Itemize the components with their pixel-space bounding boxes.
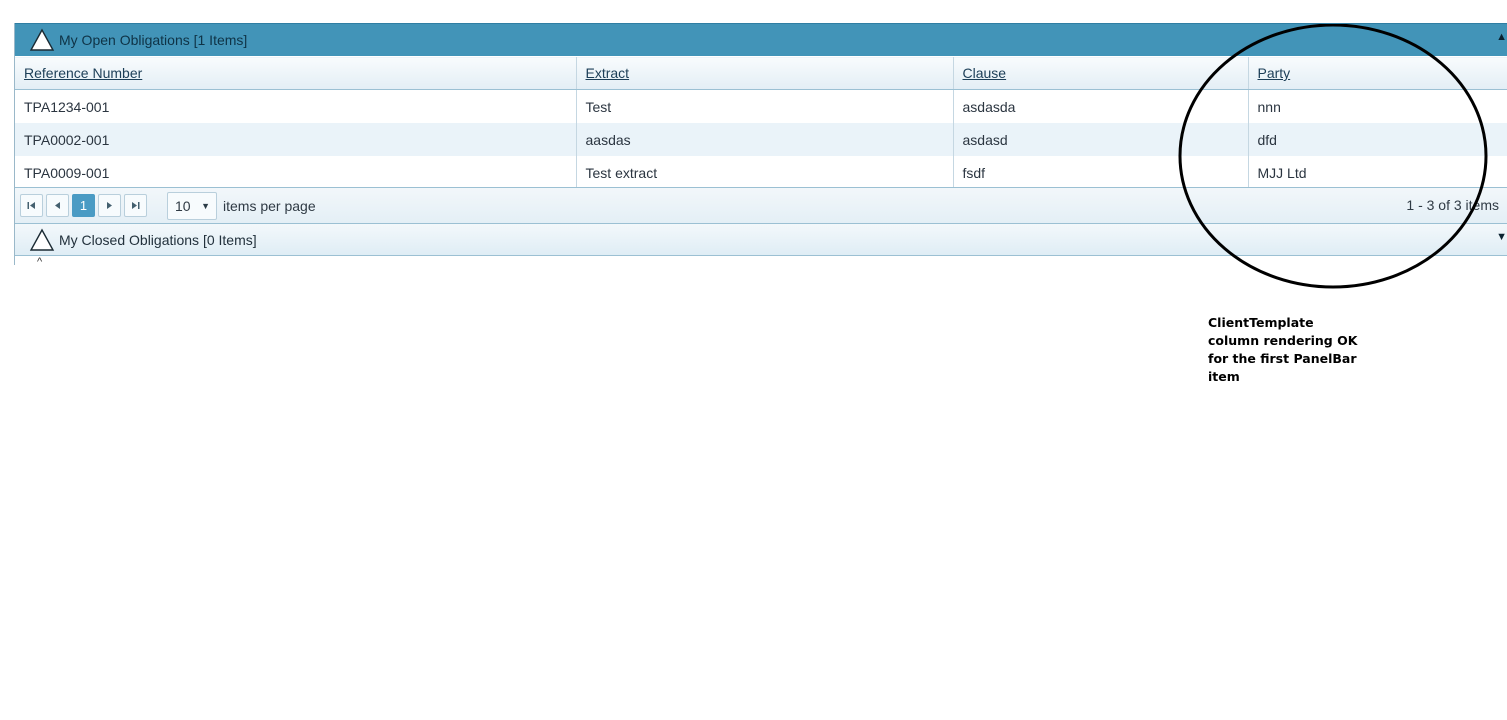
column-header-reference-number[interactable]: Reference Number — [15, 56, 576, 90]
current-page-button[interactable]: 1 — [72, 194, 95, 217]
cell-extract: aasdas — [575, 123, 953, 156]
cell-extract: Test — [575, 89, 953, 123]
last-page-icon — [132, 202, 140, 209]
cell-extract: Test extract — [575, 156, 953, 189]
annotation-circle — [1178, 24, 1488, 289]
dropdown-caret-icon: ▼ — [201, 200, 210, 211]
annotation-line: ClientTemplate — [1208, 315, 1314, 330]
triangle-outline-icon — [29, 28, 55, 51]
cell-reference-number: TPA1234-001 — [24, 98, 110, 115]
next-page-button[interactable] — [98, 194, 121, 217]
previous-page-icon — [55, 202, 60, 209]
annotation-note: ClientTemplate column rendering OK for t… — [1208, 314, 1358, 386]
first-page-icon — [27, 202, 35, 209]
cell-reference-number: TPA0009-001 — [24, 164, 110, 181]
triangle-outline-icon — [29, 228, 55, 251]
items-per-page-label: items per page — [223, 197, 316, 214]
closed-obligations-title: My Closed Obligations [0 Items] — [59, 231, 257, 248]
open-obligations-title: My Open Obligations [1 Items] — [59, 32, 248, 48]
page-size-value: 10 — [175, 197, 191, 214]
first-page-button[interactable] — [20, 194, 43, 217]
stray-caret: ^ — [37, 256, 43, 268]
sort-link-clause[interactable]: Clause — [963, 65, 1007, 81]
expand-arrow-icon[interactable]: ▼ — [1496, 231, 1507, 243]
column-header-extract[interactable]: Extract — [575, 56, 953, 90]
collapse-arrow-icon[interactable]: ▲ — [1496, 31, 1507, 43]
next-page-icon — [107, 202, 112, 209]
cell-reference-number: TPA0002-001 — [15, 123, 576, 156]
annotation-line: column rendering OK — [1208, 333, 1358, 348]
sort-link-reference-number[interactable]: Reference Number — [24, 65, 142, 81]
annotation-line: item — [1208, 369, 1240, 384]
sort-link-extract[interactable]: Extract — [586, 65, 630, 81]
previous-page-button[interactable] — [46, 194, 69, 217]
annotation-line: for the first PanelBar — [1208, 351, 1357, 366]
page-size-select[interactable]: 10 ▼ — [167, 191, 217, 220]
last-page-button[interactable] — [124, 194, 147, 217]
